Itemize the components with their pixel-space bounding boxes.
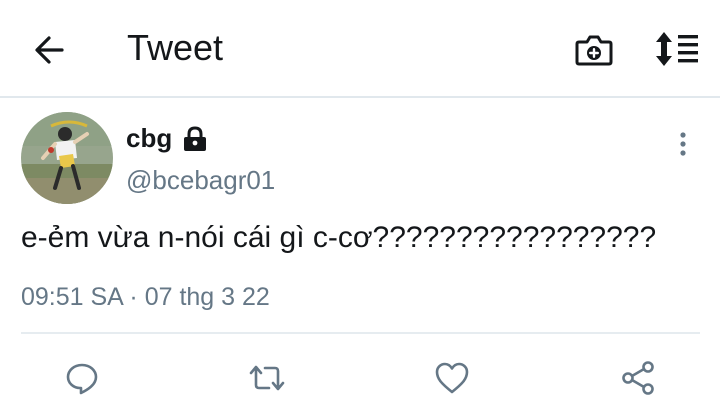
sort-button[interactable] [650, 26, 706, 72]
author-name[interactable]: cbg [126, 122, 208, 154]
like-icon [435, 362, 469, 394]
author-handle[interactable]: @bcebagr01 [126, 164, 275, 196]
retweet-button[interactable] [245, 356, 289, 400]
lock-icon [182, 124, 208, 152]
share-icon [622, 361, 654, 395]
back-button[interactable] [24, 28, 74, 72]
tweet-timestamp: 09:51 SA · 07 thg 3 22 [21, 283, 270, 311]
tweet-actions-bar [0, 350, 720, 406]
tweet-text: e-ẻm vừa n-nói cái gì c-cơ??????????????… [21, 221, 657, 254]
reply-button[interactable] [60, 356, 104, 400]
camera-button[interactable] [570, 28, 618, 72]
share-button[interactable] [616, 356, 660, 400]
divider [21, 332, 700, 334]
page-title: Tweet [127, 27, 224, 68]
display-name: cbg [126, 123, 173, 153]
top-app-bar: Tweet [0, 0, 720, 98]
more-vertical-icon [680, 132, 686, 156]
retweet-icon [249, 365, 285, 391]
avatar[interactable] [21, 112, 113, 204]
reply-icon [66, 363, 98, 395]
like-button[interactable] [430, 356, 474, 400]
camera-plus-icon [575, 35, 613, 66]
sort-list-icon [656, 32, 698, 66]
arrow-left-icon [35, 36, 64, 64]
more-options-button[interactable] [668, 126, 698, 162]
